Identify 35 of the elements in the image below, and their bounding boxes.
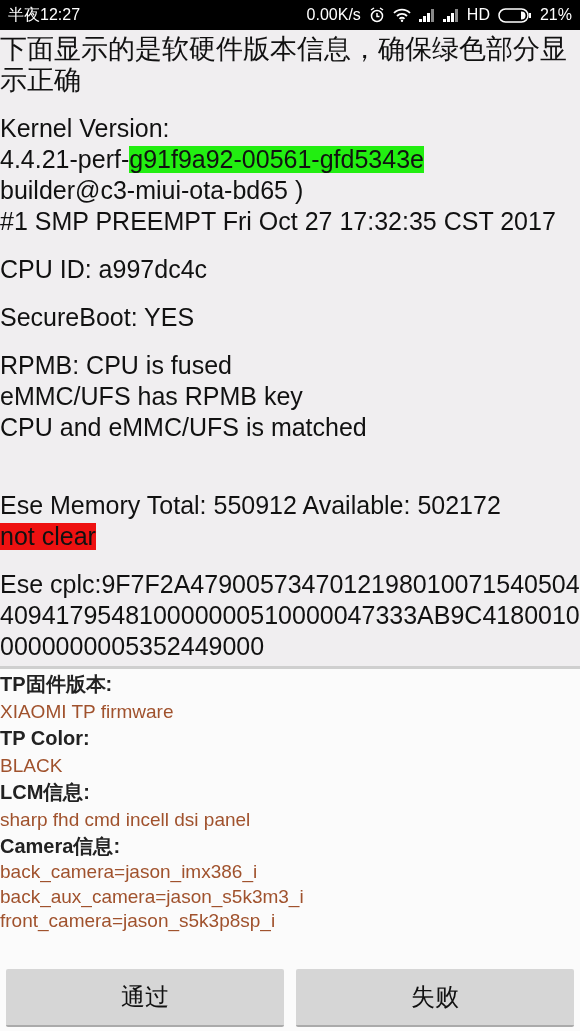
- field-value: BLACK: [0, 754, 64, 778]
- info-text: CPU ID: a997dc4c: [0, 254, 209, 285]
- wifi-icon: [392, 8, 411, 22]
- field-label: TP Color:: [0, 726, 91, 751]
- alarm-icon: [368, 7, 385, 23]
- info-text: 4.4.21-perf-: [0, 145, 130, 173]
- info-text: eMMC/UFS has RPMB key: [0, 381, 304, 412]
- battery-icon: [497, 7, 532, 23]
- info-text: RPMB: CPU is fused: [0, 350, 233, 381]
- network-speed: 0.00K/s: [306, 5, 361, 25]
- battery-percent: 21%: [539, 5, 572, 25]
- field-value: sharp fhd cmd incell dsi panel: [0, 808, 252, 832]
- network-type: HD: [466, 5, 490, 25]
- highlighted-text: g91f9a92-00561-gfd5343e: [129, 146, 424, 173]
- info-text: SecureBoot: YES: [0, 302, 196, 333]
- info-text: Kernel Version:: [0, 113, 171, 144]
- info-text: Ese cplc:9F7F2A4790057347012198010071540504409417954810000000510000047333AB9C41800100000000005352449000: [0, 569, 580, 662]
- field-value: XIAOMI TP firmware: [0, 700, 175, 724]
- status-time: 半夜12:27: [8, 5, 81, 25]
- instruction-text: 下面显示的是软硬件版本信息，确保绿色部分显示正确: [0, 34, 568, 96]
- highlighted-text: not clear: [0, 523, 96, 550]
- info-text: #1 SMP PREEMPT Fri Oct 27 17:32:35 CST 2017: [0, 206, 557, 237]
- info-text: CPU and eMMC/UFS is matched: [0, 412, 368, 443]
- pass-button[interactable]: 通过: [6, 969, 284, 1027]
- field-value: back_aux_camera=jason_s5k3m3_i: [0, 884, 305, 909]
- field-value: back_camera=jason_imx386_i: [0, 860, 259, 885]
- signal-icon: [442, 8, 459, 22]
- field-label: Camera信息:: [0, 834, 122, 859]
- info-text: Ese Memory Total: 550912 Available: 502172: [0, 490, 502, 521]
- info-text: builder@c3-miui-ota-bd65 ): [0, 175, 305, 206]
- field-label: TP固件版本:: [0, 672, 114, 697]
- field-value: front_camera=jason_s5k3p8sp_i: [0, 909, 277, 934]
- signal-icon: [418, 8, 435, 22]
- fail-button[interactable]: 失败: [296, 969, 574, 1027]
- field-label: LCM信息:: [0, 780, 91, 805]
